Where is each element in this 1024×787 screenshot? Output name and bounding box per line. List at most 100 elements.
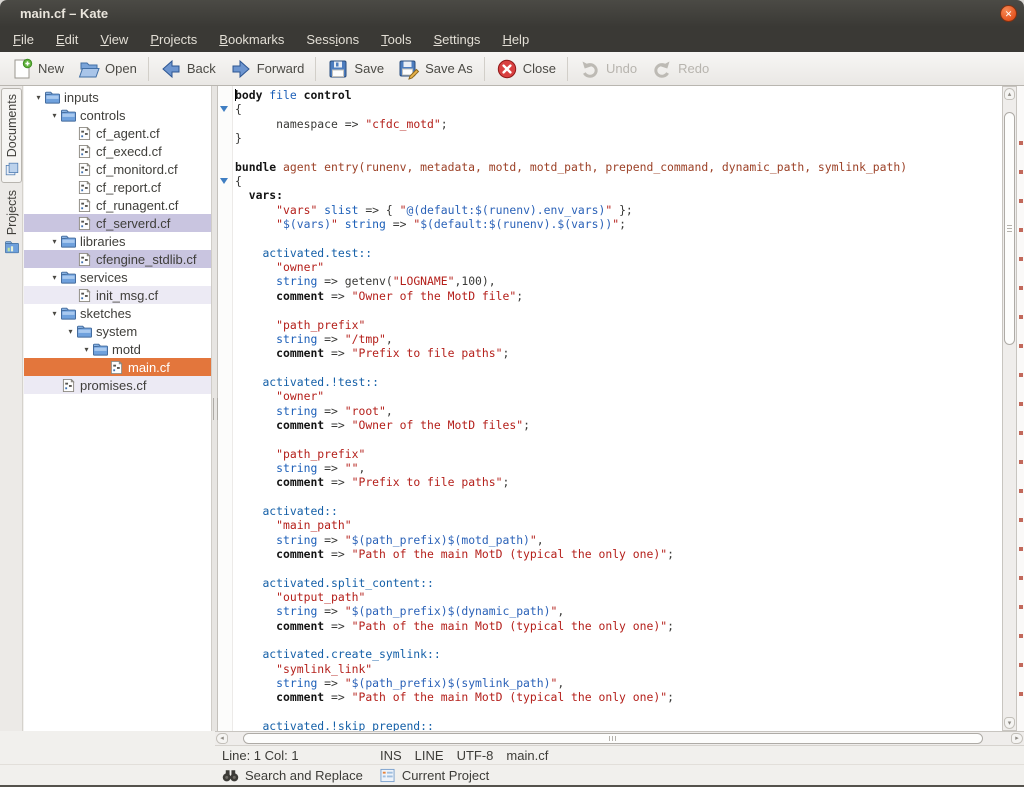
code-line[interactable]: string => "$(path_prefix)$(motd_path)", <box>235 533 1002 547</box>
code-line[interactable]: { <box>235 174 1002 188</box>
code-line[interactable]: activated.test:: <box>235 246 1002 260</box>
menu-projects[interactable]: Projects <box>139 28 208 51</box>
code-line[interactable]: activated.!skip_prepend:: <box>235 719 1002 731</box>
code-line[interactable]: "path_prefix" <box>235 447 1002 461</box>
tree-item-cf-serverd-cf[interactable]: cf_serverd.cf <box>24 214 211 232</box>
file-tree[interactable]: ▾inputs▾controlscf_agent.cfcf_execd.cfcf… <box>24 86 211 731</box>
horizontal-scrollbar-thumb[interactable] <box>243 733 984 744</box>
code-line[interactable]: string => "$(path_prefix)$(symlink_path)… <box>235 676 1002 690</box>
tree-item-motd[interactable]: ▾motd <box>24 340 211 358</box>
code-line[interactable]: string => "$(path_prefix)$(dynamic_path)… <box>235 604 1002 618</box>
undo-button[interactable]: Undo <box>572 55 644 83</box>
code-line[interactable]: comment => "Path of the main MotD (typic… <box>235 547 1002 561</box>
code-line[interactable]: vars: <box>235 188 1002 202</box>
tree-item-libraries[interactable]: ▾libraries <box>24 232 211 250</box>
back-button[interactable]: Back <box>153 55 223 83</box>
close-window-button[interactable]: ✕ <box>1000 5 1017 22</box>
code-line[interactable]: comment => "Path of the main MotD (typic… <box>235 690 1002 704</box>
close-button[interactable]: Close <box>489 55 563 83</box>
tree-item-main-cf[interactable]: main.cf <box>24 358 211 376</box>
code-line[interactable]: activated.!test:: <box>235 375 1002 389</box>
code-line[interactable]: activated:: <box>235 504 1002 518</box>
sidebar-tab-documents[interactable]: Documents <box>1 88 22 183</box>
code-line[interactable] <box>235 303 1002 317</box>
code-line[interactable] <box>235 432 1002 446</box>
code-line[interactable]: string => "", <box>235 461 1002 475</box>
expander-icon[interactable]: ▾ <box>48 111 61 120</box>
code-line[interactable] <box>235 231 1002 245</box>
code-line[interactable]: activated.split_content:: <box>235 576 1002 590</box>
expander-icon[interactable]: ▾ <box>48 273 61 282</box>
code-line[interactable]: body file control <box>235 88 1002 102</box>
open-button[interactable]: Open <box>71 55 144 83</box>
menu-settings[interactable]: Settings <box>422 28 491 51</box>
code-line[interactable]: "$(vars)" string => "$(default:$(runenv)… <box>235 217 1002 231</box>
code-line[interactable]: comment => "Owner of the MotD files"; <box>235 418 1002 432</box>
code-line[interactable] <box>235 561 1002 575</box>
fold-marker-icon[interactable] <box>220 106 228 112</box>
tree-item-sketches[interactable]: ▾sketches <box>24 304 211 322</box>
tree-item-init-msg-cf[interactable]: init_msg.cf <box>24 286 211 304</box>
code-line[interactable] <box>235 361 1002 375</box>
code-line[interactable]: { <box>235 102 1002 116</box>
titlebar[interactable]: main.cf – Kate ✕ <box>0 0 1024 28</box>
menu-help[interactable]: Help <box>491 28 540 51</box>
scroll-down-icon[interactable]: ▾ <box>1004 717 1015 729</box>
scroll-left-icon[interactable]: ◂ <box>216 733 228 744</box>
horizontal-scrollbar[interactable]: ◂ ▸ <box>215 731 1024 746</box>
save-as-button[interactable]: Save As <box>391 55 480 83</box>
menu-tools[interactable]: Tools <box>370 28 422 51</box>
scroll-up-icon[interactable]: ▴ <box>1004 88 1015 100</box>
code-line[interactable]: namespace => "cfdc_motd"; <box>235 117 1002 131</box>
tree-item-cf-agent-cf[interactable]: cf_agent.cf <box>24 124 211 142</box>
menu-file[interactable]: File <box>2 28 45 51</box>
expander-icon[interactable]: ▾ <box>48 237 61 246</box>
menu-view[interactable]: View <box>89 28 139 51</box>
code-line[interactable]: activated.create_symlink:: <box>235 647 1002 661</box>
panel-splitter[interactable] <box>211 86 218 731</box>
expander-icon[interactable]: ▾ <box>80 345 93 354</box>
tree-item-cf-runagent-cf[interactable]: cf_runagent.cf <box>24 196 211 214</box>
code-line[interactable]: "owner" <box>235 389 1002 403</box>
insert-mode[interactable]: INS <box>380 748 402 763</box>
expander-icon[interactable]: ▾ <box>48 309 61 318</box>
menu-bookmarks[interactable]: Bookmarks <box>208 28 295 51</box>
sidebar-tab-projects[interactable]: Projects <box>1 185 22 260</box>
code-line[interactable]: } <box>235 131 1002 145</box>
code-line[interactable]: comment => "Prefix to file paths"; <box>235 475 1002 489</box>
menu-edit[interactable]: Edit <box>45 28 89 51</box>
code-line[interactable]: string => "root", <box>235 404 1002 418</box>
tree-item-cf-monitord-cf[interactable]: cf_monitord.cf <box>24 160 211 178</box>
code-line[interactable]: "main_path" <box>235 518 1002 532</box>
expander-icon[interactable]: ▾ <box>64 327 77 336</box>
code-line[interactable]: string => "/tmp", <box>235 332 1002 346</box>
tree-item-services[interactable]: ▾services <box>24 268 211 286</box>
code-line[interactable]: "output_path" <box>235 590 1002 604</box>
code-line[interactable]: comment => "Owner of the MotD file"; <box>235 289 1002 303</box>
expander-icon[interactable]: ▾ <box>32 93 45 102</box>
tree-item-promises-cf[interactable]: promises.cf <box>24 376 211 394</box>
menu-sessions[interactable]: Sessions <box>295 28 370 51</box>
forward-button[interactable]: Forward <box>223 55 312 83</box>
code-line[interactable] <box>235 490 1002 504</box>
code-line[interactable]: "symlink_link" <box>235 662 1002 676</box>
vertical-scrollbar[interactable]: ▴ ▾ <box>1002 86 1017 731</box>
search-and-replace-button[interactable]: Search and Replace <box>222 768 363 783</box>
new-button[interactable]: New <box>4 55 71 83</box>
tree-item-cfengine-stdlib-cf[interactable]: cfengine_stdlib.cf <box>24 250 211 268</box>
scroll-right-icon[interactable]: ▸ <box>1011 733 1023 744</box>
code-line[interactable]: string => getenv("LOGNAME",100), <box>235 274 1002 288</box>
tree-item-cf-execd-cf[interactable]: cf_execd.cf <box>24 142 211 160</box>
code-line[interactable] <box>235 705 1002 719</box>
eol-mode[interactable]: LINE <box>415 748 444 763</box>
current-project-button[interactable]: Current Project <box>379 768 489 783</box>
code-line[interactable]: "vars" slist => { "@(default:$(runenv).e… <box>235 203 1002 217</box>
redo-button[interactable]: Redo <box>644 55 716 83</box>
fold-marker-icon[interactable] <box>220 178 228 184</box>
tree-item-inputs[interactable]: ▾inputs <box>24 88 211 106</box>
code-line[interactable]: bundle agent entry(runenv, metadata, mot… <box>235 160 1002 174</box>
code-line[interactable] <box>235 145 1002 159</box>
code-line[interactable]: "path_prefix" <box>235 318 1002 332</box>
vertical-scrollbar-thumb[interactable] <box>1004 112 1015 345</box>
code-line[interactable]: "owner" <box>235 260 1002 274</box>
